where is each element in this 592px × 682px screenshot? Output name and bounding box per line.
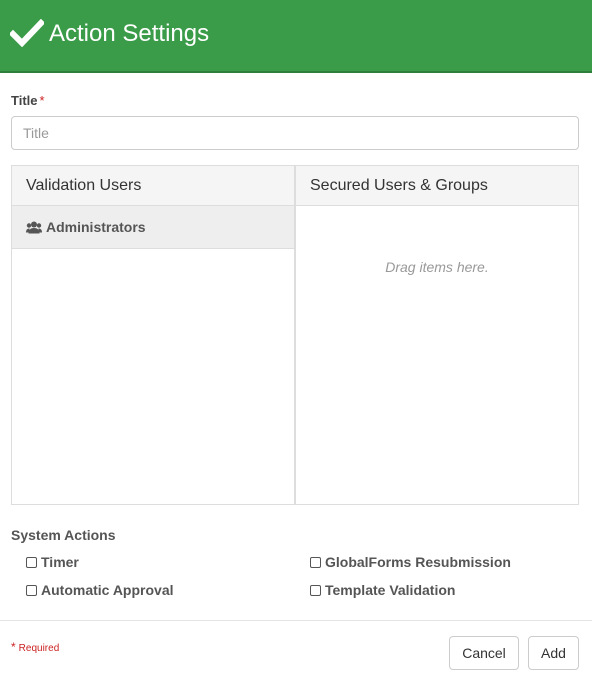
title-field-label: Title * bbox=[11, 93, 45, 108]
system-actions-label: System Actions bbox=[11, 527, 116, 543]
checkbox-label: Automatic Approval bbox=[41, 582, 174, 598]
secured-users-panel[interactable]: Secured Users & Groups Drag items here. bbox=[295, 165, 579, 505]
required-note: * Required bbox=[11, 640, 59, 654]
checkbox-box[interactable] bbox=[26, 584, 37, 596]
required-star: * bbox=[11, 640, 16, 654]
title-label-text: Title bbox=[11, 93, 38, 108]
required-marker: * bbox=[39, 93, 45, 108]
dialog-title: Action Settings bbox=[49, 20, 210, 47]
globalforms-resubmission-checkbox[interactable]: GlobalForms Resubmission bbox=[310, 554, 511, 570]
add-button[interactable]: Add bbox=[528, 636, 579, 670]
list-item-administrators[interactable]: Administrators bbox=[12, 206, 294, 249]
validation-users-header: Validation Users bbox=[12, 166, 294, 206]
checkbox-box[interactable] bbox=[310, 556, 321, 568]
drop-zone-hint: Drag items here. bbox=[385, 259, 489, 275]
title-input[interactable] bbox=[11, 116, 579, 150]
required-text: Required bbox=[18, 643, 60, 654]
list-item-label: Administrators bbox=[46, 219, 146, 235]
validation-users-panel: Validation Users Administrators bbox=[11, 165, 295, 505]
checkbox-label: Template Validation bbox=[325, 582, 456, 598]
users-icon bbox=[26, 221, 42, 233]
action-settings-dialog: Action Settings Title* Validation Users … bbox=[0, 0, 592, 682]
checkbox-box[interactable] bbox=[310, 584, 321, 596]
timer-checkbox[interactable]: Timer bbox=[26, 554, 79, 570]
cancel-button[interactable]: Cancel bbox=[449, 636, 519, 670]
checkbox-label: Timer bbox=[41, 554, 79, 570]
checkbox-box[interactable] bbox=[26, 556, 37, 568]
dialog-header: Action Settings bbox=[0, 0, 592, 73]
automatic-approval-checkbox[interactable]: Automatic Approval bbox=[26, 582, 174, 598]
check-icon bbox=[10, 19, 44, 47]
checkbox-label: GlobalForms Resubmission bbox=[325, 554, 511, 570]
footer-divider bbox=[0, 620, 592, 621]
secured-users-header: Secured Users & Groups bbox=[296, 166, 578, 206]
template-validation-checkbox[interactable]: Template Validation bbox=[310, 582, 455, 598]
